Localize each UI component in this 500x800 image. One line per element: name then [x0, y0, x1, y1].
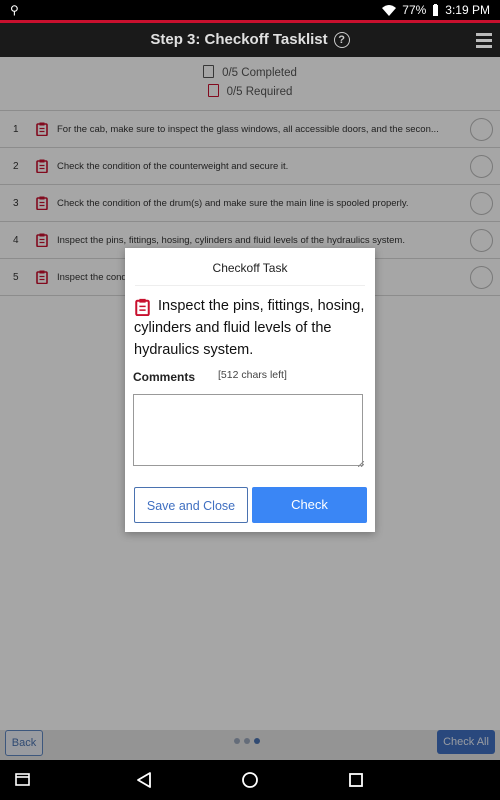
- hamburger-menu-icon[interactable]: [476, 33, 492, 51]
- save-and-close-button[interactable]: Save and Close: [134, 487, 248, 523]
- system-nav-bar: [0, 760, 500, 800]
- dialog-task-text: Inspect the pins, fittings, hosing, cyli…: [134, 298, 365, 358]
- overview-nav-icon[interactable]: [336, 760, 376, 800]
- footer-dim: [0, 730, 500, 760]
- checkoff-dialog: Checkoff Task Inspect the pins, fittings…: [125, 248, 375, 532]
- dialog-divider: [135, 285, 365, 286]
- battery-icon: [433, 4, 439, 16]
- chars-left-counter: [512 chars left]: [218, 369, 287, 381]
- comments-textarea[interactable]: [133, 394, 363, 466]
- usb-icon: ⚲: [10, 3, 19, 17]
- page-title-text: Step 3: Checkoff Tasklist: [150, 31, 328, 48]
- help-icon[interactable]: ?: [333, 32, 350, 48]
- resize-grip-icon[interactable]: [358, 461, 364, 467]
- recent-apps-icon[interactable]: [2, 760, 42, 800]
- wifi-icon: [382, 4, 397, 16]
- home-nav-icon[interactable]: [230, 760, 270, 800]
- clock: 3:19 PM: [445, 3, 490, 17]
- status-bar: ⚲ 77% 3:19 PM: [0, 0, 500, 20]
- battery-percent: 77%: [402, 3, 427, 17]
- header: Step 3: Checkoff Tasklist?: [0, 23, 500, 57]
- check-button[interactable]: Check: [252, 487, 367, 523]
- back-nav-icon[interactable]: [124, 760, 164, 800]
- comments-label: Comments: [133, 370, 196, 384]
- dialog-title: Checkoff Task: [212, 261, 288, 275]
- page-title: Step 3: Checkoff Tasklist?: [0, 31, 500, 48]
